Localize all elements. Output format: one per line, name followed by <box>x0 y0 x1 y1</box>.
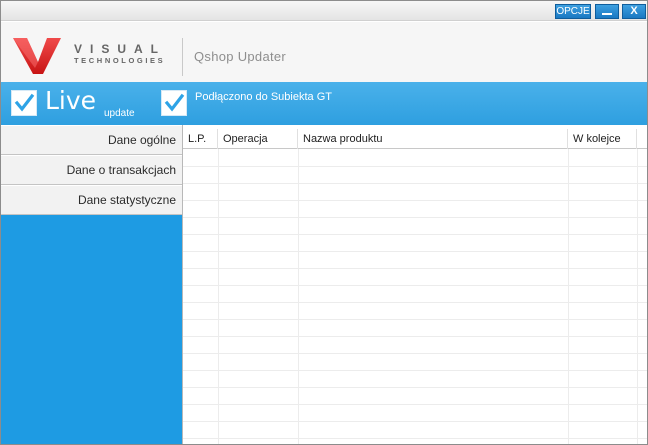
connection-status-text: Podłączono do Subiekta GT <box>195 91 332 103</box>
header-divider <box>182 38 183 76</box>
table-grid-line <box>183 319 647 320</box>
options-button[interactable]: OPCJE <box>555 4 591 19</box>
column-header-operation[interactable]: Operacja <box>218 129 298 149</box>
checkmark-icon <box>14 93 35 112</box>
live-label: Live <box>45 86 97 115</box>
status-bar: Live update Podłączono do Subiekta GT <box>1 82 647 125</box>
sidebar: Dane ogólne Dane o transakcjach Dane sta… <box>1 125 182 444</box>
app-header: VISUAL TECHNOLOGIES Qshop Updater <box>1 22 647 82</box>
app-window: OPCJE X VISUAL TECHNOLOGIES Qshop Update… <box>0 0 648 445</box>
logo-main-text: VISUAL <box>74 42 167 56</box>
table-grid-line <box>183 404 647 405</box>
table-column-divider <box>298 149 299 444</box>
table-grid-line <box>183 353 647 354</box>
table-grid-line <box>183 234 647 235</box>
minimize-icon <box>602 13 612 16</box>
sidebar-item-statistics[interactable]: Dane statystyczne <box>1 185 182 215</box>
table-grid-line <box>183 217 647 218</box>
title-bar[interactable]: OPCJE X <box>1 1 647 21</box>
checkmark-icon <box>164 93 185 112</box>
table-column-divider <box>218 149 219 444</box>
table-grid-line <box>183 370 647 371</box>
sidebar-item-transactions[interactable]: Dane o transakcjach <box>1 155 182 185</box>
sidebar-item-general[interactable]: Dane ogólne <box>1 125 182 155</box>
column-header-queue[interactable]: W kolejce <box>568 129 637 149</box>
table-column-divider <box>637 149 638 444</box>
table-column-divider <box>568 149 569 444</box>
logo-sub-text: TECHNOLOGIES <box>74 56 166 65</box>
table-grid-line <box>183 200 647 201</box>
column-header-lp[interactable]: L.P. <box>183 129 218 149</box>
table-grid-line <box>183 387 647 388</box>
table-grid-line <box>183 285 647 286</box>
operations-table[interactable]: L.P. Operacja Nazwa produktu W kolejce <box>182 125 647 444</box>
table-grid-line <box>183 166 647 167</box>
close-button[interactable]: X <box>622 4 646 19</box>
table-grid-line <box>183 251 647 252</box>
minimize-button[interactable] <box>595 4 619 19</box>
update-label: update <box>104 108 135 119</box>
table-grid-line <box>183 336 647 337</box>
column-header-product-name[interactable]: Nazwa produktu <box>298 129 568 149</box>
subiekt-connection-checkbox[interactable] <box>161 90 187 116</box>
table-grid-line <box>183 268 647 269</box>
table-grid-line <box>183 183 647 184</box>
table-header: L.P. Operacja Nazwa produktu W kolejce <box>183 129 647 149</box>
table-grid-line <box>183 438 647 439</box>
logo-wordmark: VISUAL TECHNOLOGIES <box>74 42 167 66</box>
live-update-checkbox[interactable] <box>11 90 37 116</box>
app-title: Qshop Updater <box>194 49 287 64</box>
table-grid-line <box>183 302 647 303</box>
visual-technologies-logo-icon <box>13 38 61 74</box>
table-grid-line <box>183 421 647 422</box>
